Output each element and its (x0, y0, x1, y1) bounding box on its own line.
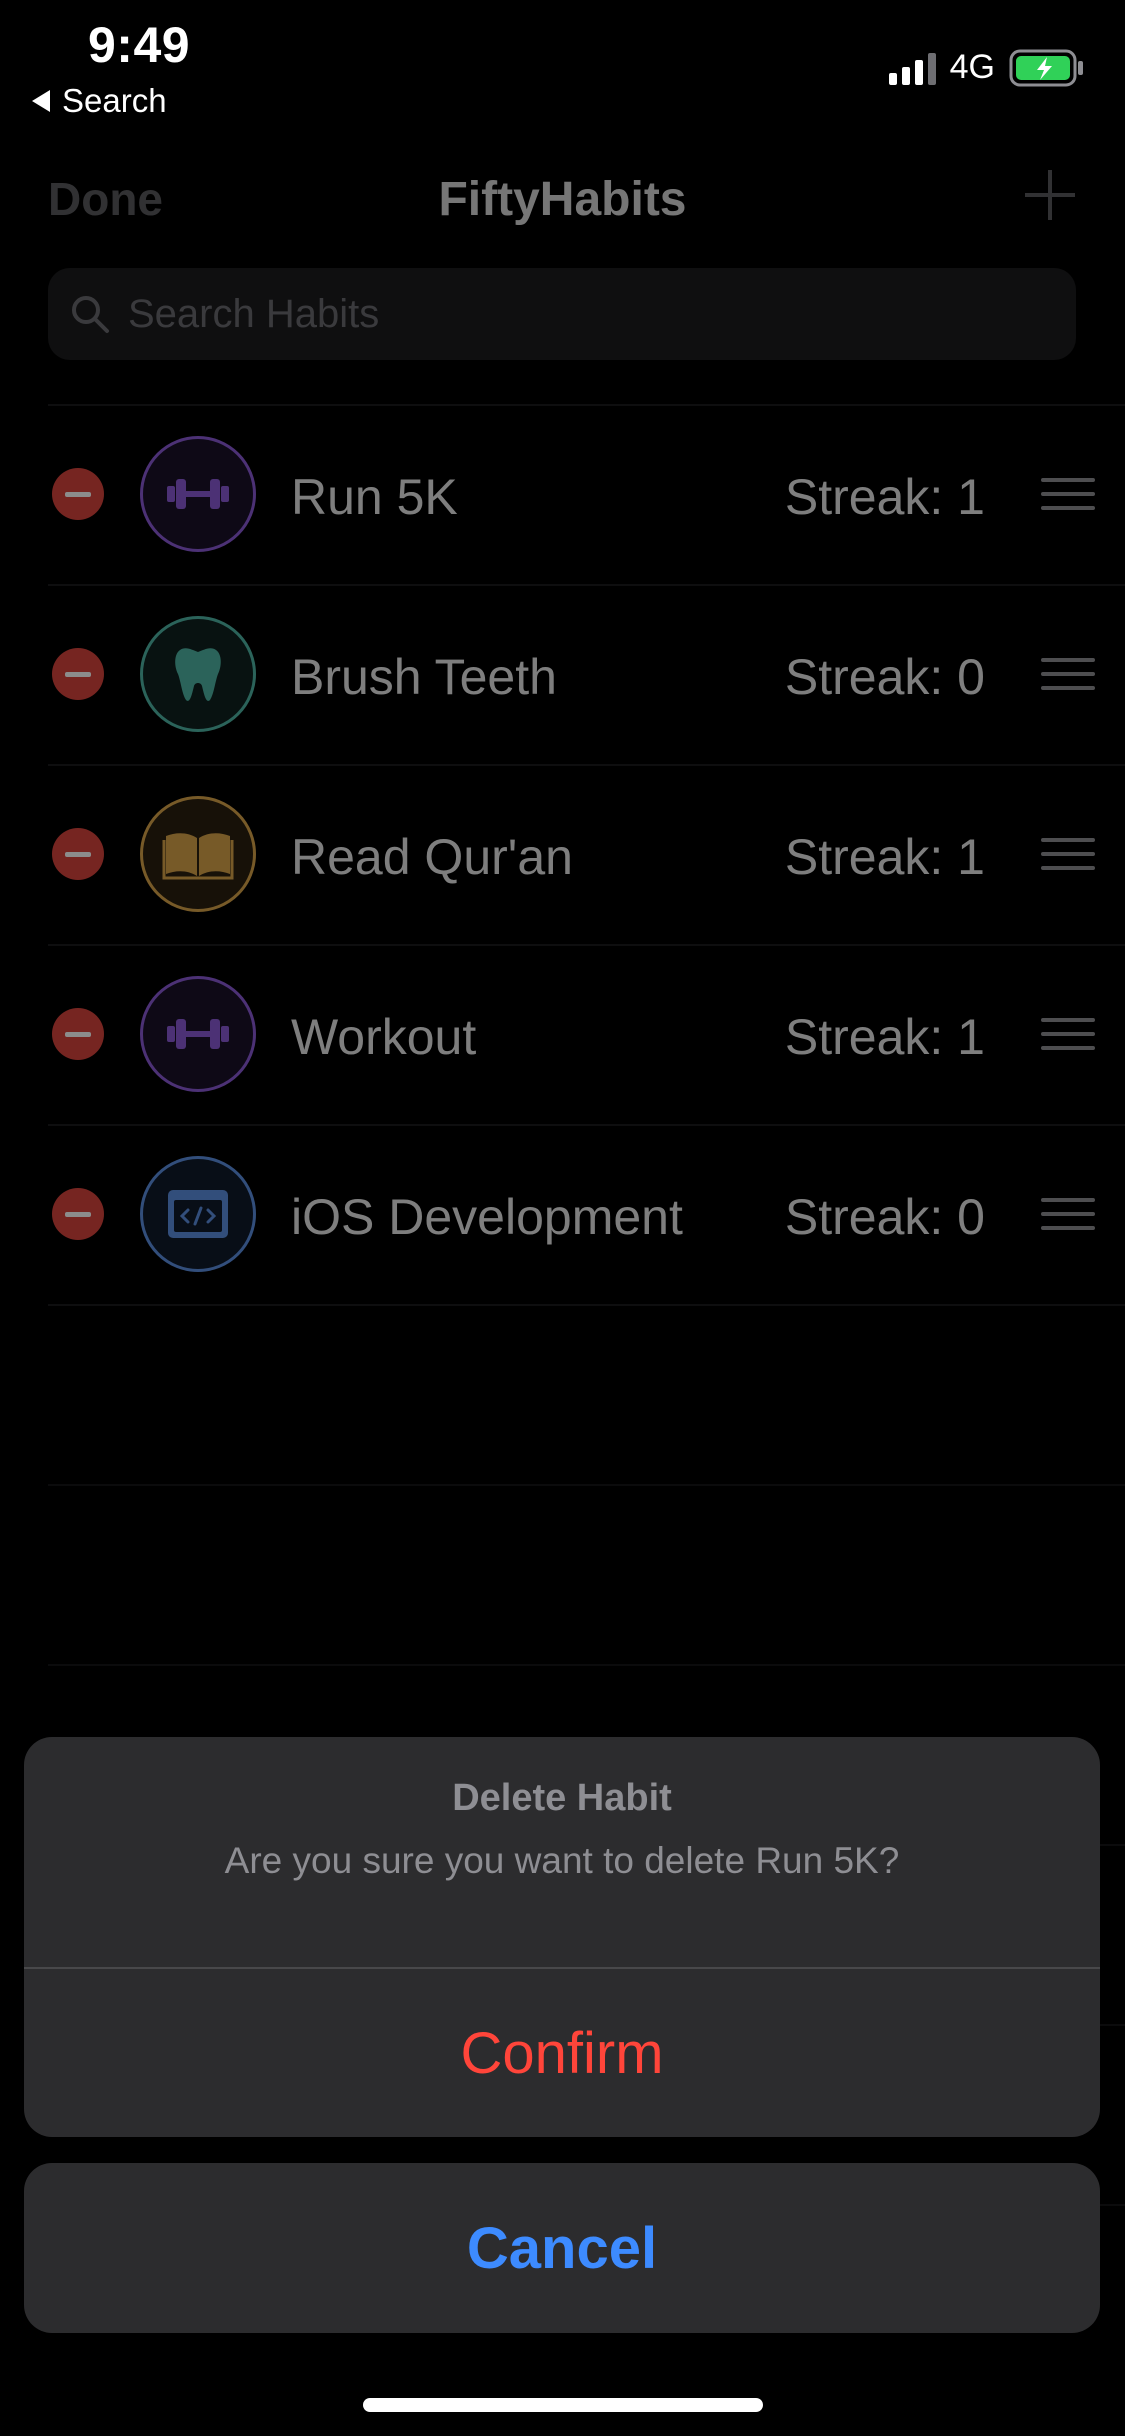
habit-streak: Streak: 1 (784, 469, 985, 525)
back-to-search-link[interactable]: Search (32, 82, 167, 120)
network-type: 4G (949, 48, 995, 86)
dumbbell-icon (167, 479, 229, 509)
code-window-icon (168, 1190, 228, 1238)
reorder-handle-icon[interactable] (1041, 1018, 1095, 1060)
sheet-message: Are you sure you want to delete Run 5K? (224, 1840, 900, 1881)
navigation-bar: Done FiftyHabits (0, 160, 1125, 270)
delete-confirmation-sheet: Delete Habit Are you sure you want to de… (24, 1737, 1100, 2137)
battery-charging-icon (1009, 49, 1083, 86)
habit-name: Run 5K (291, 469, 458, 525)
reorder-handle-icon[interactable] (1041, 838, 1095, 880)
sheet-title: Delete Habit (452, 1777, 672, 1819)
delete-minus-icon[interactable] (52, 468, 104, 520)
habit-name: iOS Development (291, 1189, 683, 1245)
home-indicator[interactable] (363, 2398, 763, 2412)
status-time: 9:49 (88, 17, 191, 73)
habit-name: Brush Teeth (291, 649, 557, 705)
habit-badge (140, 1156, 256, 1272)
habit-badge (140, 436, 256, 552)
tooth-icon (175, 648, 221, 701)
habit-streak: Streak: 1 (784, 829, 985, 885)
habit-row[interactable]: iOS Development Streak: 0 (48, 1126, 1125, 1306)
delete-minus-icon[interactable] (52, 648, 104, 700)
screen: 9:49 Search 4G Done FiftyHabits Search H… (0, 0, 1125, 2436)
empty-row (48, 1486, 1125, 1666)
search-icon (72, 296, 109, 333)
search-input[interactable]: Search Habits (48, 268, 1076, 360)
delete-minus-icon[interactable] (52, 828, 104, 880)
habit-streak: Streak: 0 (784, 1189, 985, 1245)
reorder-handle-icon[interactable] (1041, 478, 1095, 520)
habit-badge (140, 976, 256, 1092)
delete-minus-icon[interactable] (52, 1008, 104, 1060)
add-habit-icon[interactable] (1023, 168, 1077, 222)
book-icon (162, 833, 234, 880)
habit-name: Workout (291, 1009, 477, 1065)
delete-minus-icon[interactable] (52, 1188, 104, 1240)
habit-row[interactable]: Brush Teeth Streak: 0 (48, 586, 1125, 766)
habit-streak: Streak: 0 (784, 649, 985, 705)
reorder-handle-icon[interactable] (1041, 658, 1095, 700)
habit-name: Read Qur'an (291, 829, 573, 885)
back-arrow-icon (32, 90, 50, 112)
habit-badge (140, 796, 256, 912)
cellular-signal-icon (888, 51, 936, 85)
confirm-button[interactable]: Confirm (24, 1969, 1100, 2137)
reorder-handle-icon[interactable] (1041, 1198, 1095, 1240)
dumbbell-icon (167, 1019, 229, 1049)
empty-row (48, 1306, 1125, 1486)
habit-row[interactable]: Run 5K Streak: 1 (48, 406, 1125, 586)
page-title: FiftyHabits (438, 173, 687, 226)
status-indicators: 4G (888, 48, 1085, 87)
cancel-button[interactable]: Cancel (24, 2163, 1100, 2333)
search-placeholder: Search Habits (128, 291, 380, 336)
habit-streak: Streak: 1 (784, 1009, 985, 1065)
habit-row[interactable]: Workout Streak: 1 (48, 946, 1125, 1126)
back-label: Search (62, 82, 167, 119)
habit-row[interactable]: Read Qur'an Streak: 1 (48, 766, 1125, 946)
habit-badge (140, 616, 256, 732)
